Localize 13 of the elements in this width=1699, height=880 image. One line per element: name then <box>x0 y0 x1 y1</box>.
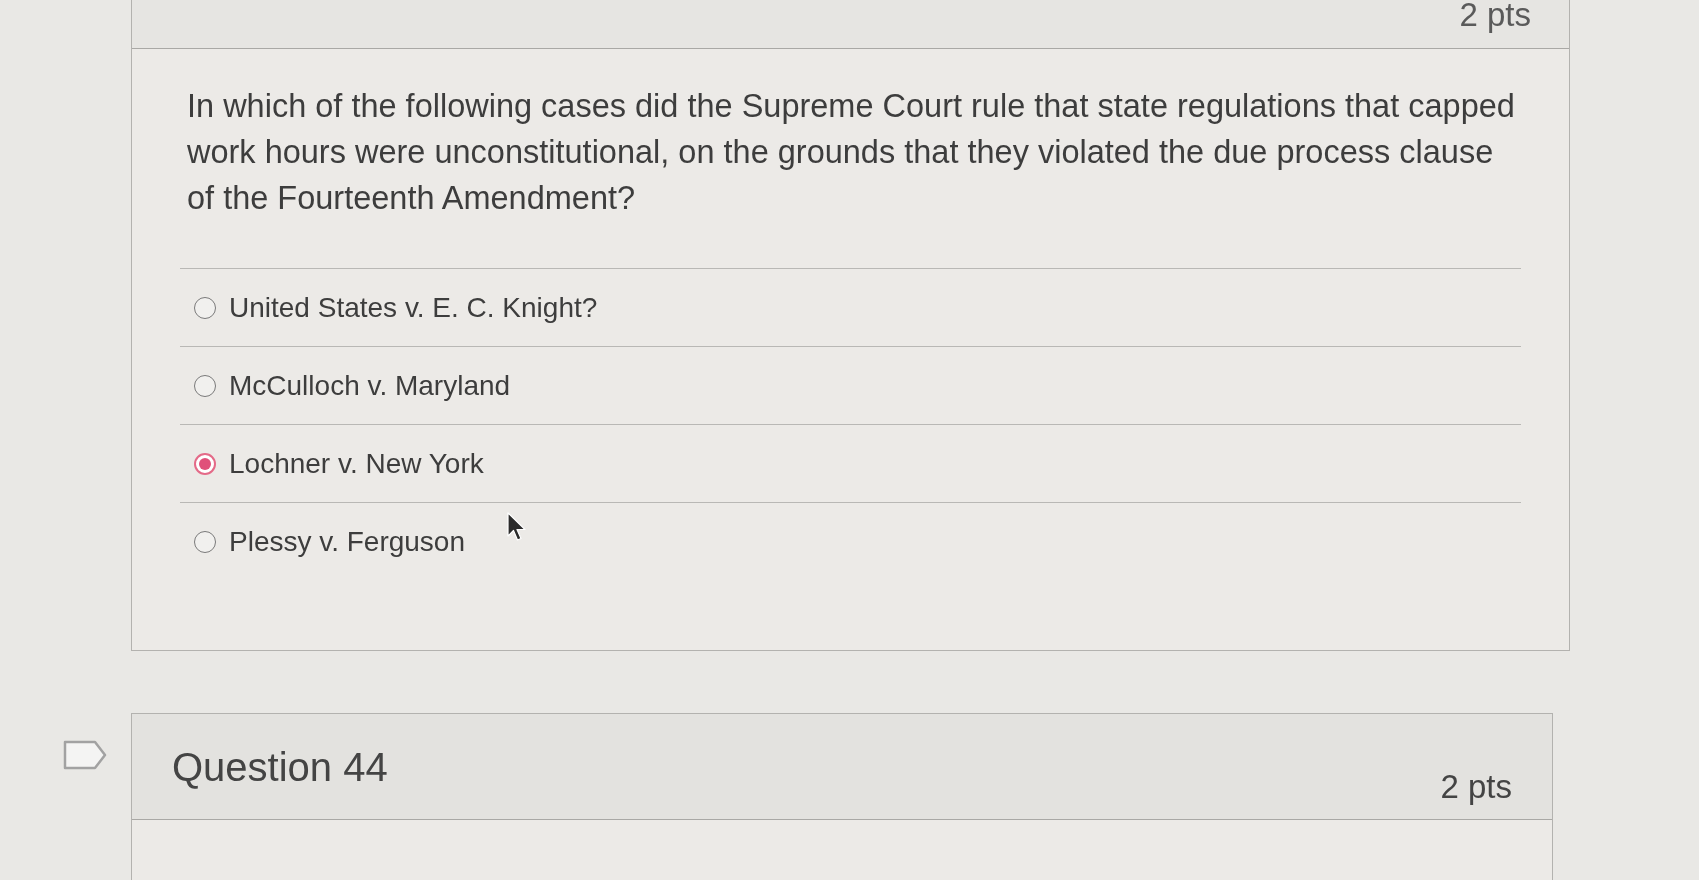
answer-label[interactable]: United States v. E. C. Knight? <box>229 290 598 325</box>
radio-button[interactable] <box>194 452 216 475</box>
radio-button[interactable] <box>194 374 216 397</box>
answer-label[interactable]: Plessy v. Ferguson <box>229 524 466 559</box>
mouse-cursor-icon <box>507 512 527 542</box>
points-label: 2 pts <box>1440 767 1512 806</box>
radio-button[interactable] <box>194 296 216 319</box>
radio-button[interactable] <box>194 530 216 553</box>
answer-label[interactable]: Lochner v. New York <box>229 446 484 481</box>
bookmark-flag-icon[interactable] <box>63 740 107 770</box>
question-title: Question 44 <box>172 743 388 790</box>
question-text: In which of the following cases did the Supreme Court rule that state regulations that capped work hours were unconstitutional, on the grounds that they violated the due process clause of the Fourteenth Amendment? <box>186 87 1516 218</box>
answer-label[interactable]: McCulloch v. Maryland <box>229 368 511 403</box>
